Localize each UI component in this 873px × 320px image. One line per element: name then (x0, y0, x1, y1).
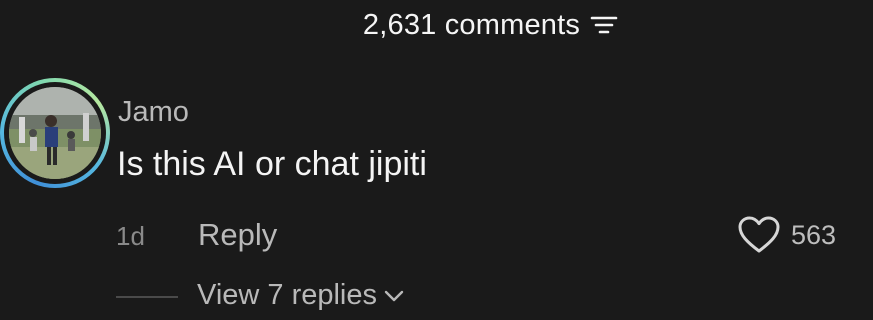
comment-time: 1d (116, 221, 145, 251)
like-button[interactable]: 563 (737, 215, 836, 255)
username[interactable]: Jamo (118, 96, 189, 129)
comments-header: 2,631 comments (0, 0, 873, 50)
comment-text: Is this AI or chat jipiti (117, 145, 427, 183)
replies-divider (116, 296, 178, 298)
heart-icon (738, 216, 780, 253)
view-replies-label: View 7 replies (197, 279, 378, 311)
comment-count: 2,631 comments (362, 8, 581, 41)
chevron-down-icon (384, 290, 404, 301)
avatar (9, 87, 101, 179)
avatar-ring[interactable] (0, 78, 110, 188)
sort-icon[interactable] (590, 13, 618, 37)
view-replies-button[interactable]: View 7 replies (197, 279, 405, 312)
avatar-gap (4, 82, 106, 184)
reply-button[interactable]: Reply (198, 217, 277, 253)
like-count: 563 (791, 219, 837, 250)
comments-header-inner: 2,631 comments (255, 9, 618, 42)
